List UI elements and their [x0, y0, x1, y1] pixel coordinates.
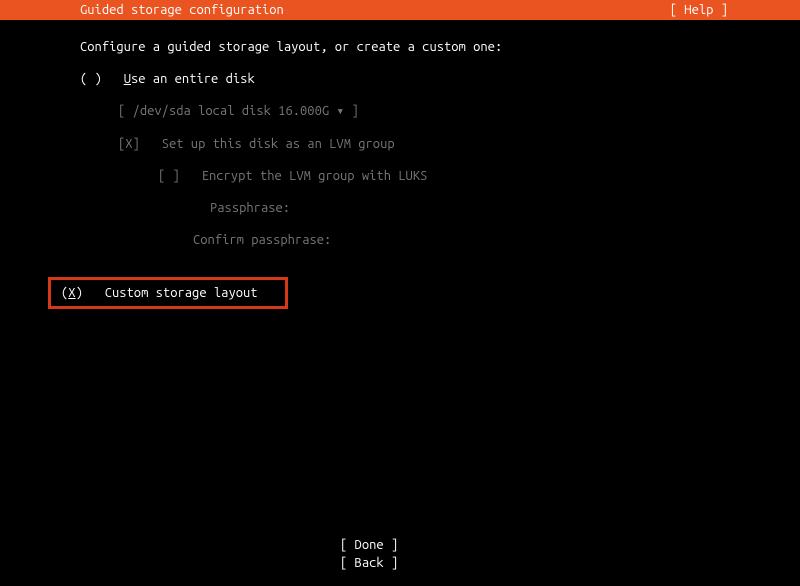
done-button[interactable]: [ Done ]: [340, 536, 460, 554]
custom-label: Custom storage layout: [105, 286, 258, 300]
luks-checkbox[interactable]: [ ] Encrypt the LVM group with LUKS: [158, 169, 800, 183]
confirm-passphrase-field: Confirm passphrase:: [193, 233, 800, 247]
disk-selector[interactable]: [ /dev/sda local disk 16.000G ▾ ]: [118, 104, 800, 119]
radio-marker: ( ): [80, 72, 102, 86]
back-button[interactable]: [ Back ]: [340, 554, 460, 572]
confirm-passphrase-label: Confirm passphrase:: [193, 233, 331, 247]
help-button[interactable]: [ Help ]: [670, 0, 728, 20]
checkbox-marker: [ ]: [158, 169, 180, 183]
lvm-label: Set up this disk as an LVM group: [162, 137, 395, 151]
instruction-text: Configure a guided storage layout, or cr…: [80, 40, 800, 54]
disk-value: /dev/sda local disk 16.000G: [133, 104, 330, 118]
option-custom-storage-highlight: (X) Custom storage layout: [48, 277, 288, 309]
footer: [ Done ] [ Back ]: [0, 536, 800, 572]
accel-key: U: [124, 72, 131, 86]
main-content: Configure a guided storage layout, or cr…: [0, 20, 800, 309]
option-label: se an entire disk: [131, 72, 255, 86]
luks-label: Encrypt the LVM group with LUKS: [202, 169, 428, 183]
page-title: Guided storage configuration: [80, 0, 284, 20]
passphrase-label: Passphrase:: [210, 201, 290, 215]
lvm-checkbox[interactable]: [X] Set up this disk as an LVM group: [118, 137, 800, 151]
checkbox-marker: [X]: [118, 137, 140, 151]
radio-marker-close: ): [76, 286, 83, 300]
passphrase-field: Passphrase:: [210, 201, 800, 215]
header-bar: Guided storage configuration [ Help ]: [0, 0, 800, 20]
option-custom-storage[interactable]: (X) Custom storage layout: [61, 286, 258, 300]
option-entire-disk[interactable]: ( ) Use an entire disk: [80, 72, 800, 86]
accel-key: X: [68, 286, 75, 300]
chevron-down-icon: ▾: [329, 104, 351, 118]
